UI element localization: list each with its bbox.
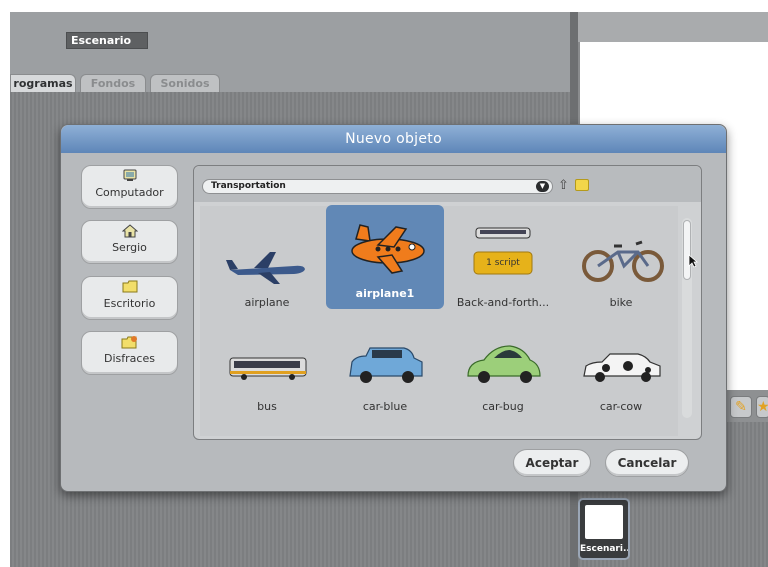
- train-image: [473, 227, 533, 275]
- sprite-item-car-blue[interactable]: car-blue: [326, 318, 444, 422]
- location-label: Sergio: [112, 241, 147, 254]
- sprite-item-label: car-blue: [362, 400, 408, 413]
- location-escritorio-button[interactable]: Escritorio: [81, 276, 178, 320]
- cartoon-airplane-image: [351, 224, 425, 274]
- location-computador-button[interactable]: Computador: [81, 165, 178, 209]
- location-sergio-button[interactable]: Sergio: [81, 220, 178, 264]
- sprite-item-label: car-cow: [599, 400, 643, 413]
- file-browser: Transportation ▼ ⇧ airplane airplane1 1 …: [193, 165, 702, 440]
- new-sprite-dialog: Nuevo objeto Computador Sergio Escritori…: [60, 124, 727, 492]
- sprite-item-label: bus: [257, 400, 277, 413]
- star-icon: ★: [757, 399, 768, 415]
- blue-car-image: [349, 347, 423, 383]
- location-label: Disfraces: [104, 352, 155, 365]
- folder-select[interactable]: Transportation ▼: [202, 179, 553, 194]
- sprite-item-label: Back-and-forth...: [456, 296, 550, 309]
- paintbrush-icon: ✎: [735, 399, 747, 415]
- location-disfraces-button[interactable]: Disfraces: [81, 331, 178, 375]
- sprite-item-bus[interactable]: bus: [208, 318, 326, 422]
- folder-select-value: Transportation: [211, 181, 286, 191]
- location-label: Computador: [95, 186, 164, 199]
- stage-thumbnail[interactable]: Escenari...: [578, 498, 630, 560]
- green-bug-car-image: [467, 345, 541, 383]
- stage-thumbnail-label: Escenari...: [580, 544, 628, 554]
- bus-image: [229, 357, 307, 380]
- costumes-folder-icon: [121, 335, 139, 349]
- computer-icon: [121, 169, 139, 183]
- script-count-badge: 1 script: [486, 258, 520, 268]
- sprite-grid: airplane airplane1 1 script Back-and-for…: [200, 205, 680, 436]
- scrollbar-thumb[interactable]: [683, 220, 691, 280]
- chevron-down-icon[interactable]: ▼: [536, 181, 549, 192]
- sprite-item-label: airplane: [244, 296, 290, 309]
- new-folder-icon[interactable]: [575, 179, 589, 191]
- sprite-item-label: car-bug: [482, 400, 524, 413]
- cow-car-image: [583, 353, 661, 382]
- sprite-name-field[interactable]: Escenario: [66, 32, 148, 49]
- sprite-item-bike[interactable]: bike: [562, 214, 680, 318]
- tab-sonidos[interactable]: Sonidos: [150, 74, 220, 94]
- sprite-item-airplane[interactable]: airplane: [208, 214, 326, 318]
- parent-folder-icon[interactable]: ⇧: [558, 178, 569, 194]
- paint-new-sprite-button[interactable]: ✎: [730, 396, 752, 418]
- sprite-item-label: bike: [609, 296, 633, 309]
- vertical-scrollbar[interactable]: [682, 218, 692, 418]
- mouse-cursor-icon: [688, 254, 698, 268]
- airplane-image: [226, 252, 305, 284]
- cancel-button[interactable]: Cancelar: [605, 449, 689, 477]
- stage-thumbnail-image: [585, 505, 623, 539]
- sprite-item-car-cow[interactable]: car-cow: [562, 318, 680, 422]
- tab-programas[interactable]: rogramas: [10, 74, 76, 94]
- surprise-sprite-button[interactable]: ★: [756, 396, 768, 418]
- sprite-item-airplane1[interactable]: airplane1: [326, 205, 444, 309]
- bike-image: [582, 240, 664, 282]
- stage-header: [578, 12, 768, 42]
- home-icon: [121, 224, 139, 238]
- sprite-item-back-and-forth[interactable]: 1 script Back-and-forth...: [444, 214, 562, 318]
- dialog-title: Nuevo objeto: [345, 131, 442, 147]
- sprite-item-car-bug[interactable]: car-bug: [444, 318, 562, 422]
- location-label: Escritorio: [103, 297, 156, 310]
- folder-icon: [121, 280, 139, 294]
- ok-button[interactable]: Aceptar: [513, 449, 591, 477]
- file-browser-toolbar: Transportation ▼ ⇧: [194, 166, 701, 202]
- sprite-item-label: airplane1: [355, 287, 415, 300]
- tab-fondos[interactable]: Fondos: [80, 74, 146, 94]
